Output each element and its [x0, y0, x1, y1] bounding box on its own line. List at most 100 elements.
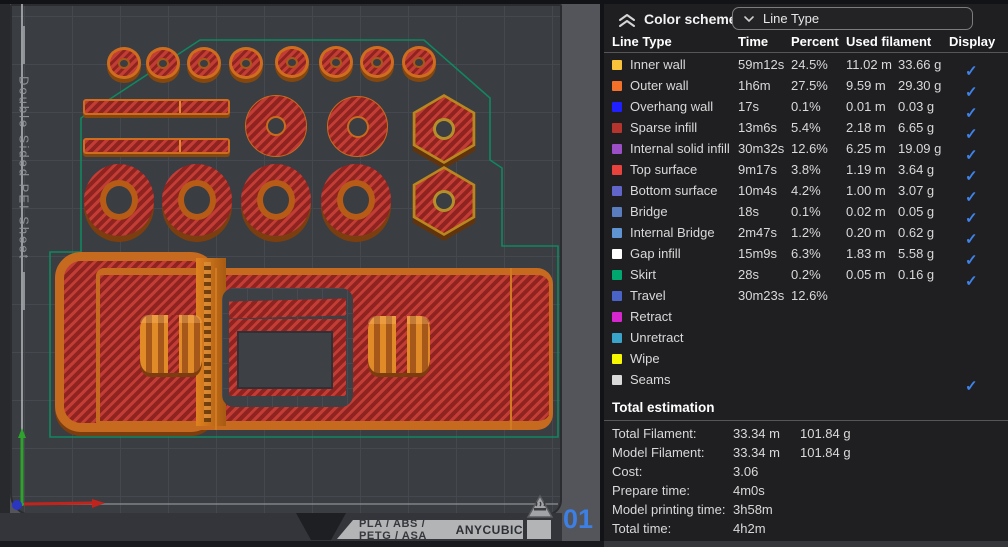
- plate-tab-square: [527, 520, 551, 539]
- col-percent: Percent: [791, 34, 839, 49]
- filament-weight-cell: 29.30 g: [898, 78, 964, 93]
- color-swatch: [612, 333, 622, 343]
- filament-weight-cell: 33.66 g: [898, 57, 964, 72]
- line-type-name: Internal solid infill: [612, 141, 738, 156]
- totals-rows: Total Filament: 33.34 m 101.84 g Model F…: [604, 424, 1008, 538]
- line-type-row[interactable]: Retract: [604, 306, 1008, 327]
- filament-length-cell: 0.02 m: [846, 204, 898, 219]
- color-swatch: [612, 249, 622, 259]
- line-type-row[interactable]: Bottom surface 10m4s 4.2% 1.00 m 3.07 g: [604, 180, 1008, 201]
- total-value-1: 3.06: [733, 464, 800, 479]
- model-washer: [107, 47, 141, 79]
- line-type-name: Top surface: [612, 162, 738, 177]
- line-type-row[interactable]: Sparse infill 13m6s 5.4% 2.18 m 6.65 g: [604, 117, 1008, 138]
- model-disc: [327, 96, 388, 157]
- total-value-1: 33.34 m: [733, 426, 800, 441]
- model-washer: [275, 46, 309, 78]
- percent-cell: 6.3%: [791, 246, 846, 261]
- line-type-row[interactable]: Wipe: [604, 348, 1008, 369]
- line-type-name: Retract: [612, 309, 738, 324]
- panel-title: Color scheme: [644, 11, 737, 27]
- time-cell: 59m12s: [738, 57, 791, 72]
- time-cell: 1h6m: [738, 78, 791, 93]
- percent-cell: 1.2%: [791, 225, 846, 240]
- model-washer: [402, 46, 436, 78]
- line-type-name: Internal Bridge: [612, 225, 738, 240]
- filament-weight-cell: 0.16 g: [898, 267, 964, 282]
- line-type-name: Unretract: [612, 330, 738, 345]
- line-type-label: Outer wall: [630, 78, 689, 93]
- line-type-row[interactable]: Inner wall 59m12s 24.5% 11.02 m 33.66 g: [604, 54, 1008, 75]
- line-type-row[interactable]: Bridge 18s 0.1% 0.02 m 0.05 g: [604, 201, 1008, 222]
- col-used-filament: Used filament: [846, 34, 931, 49]
- time-cell: 18s: [738, 204, 791, 219]
- view-mode-dropdown[interactable]: Line Type: [732, 7, 973, 30]
- color-swatch: [612, 123, 622, 133]
- line-type-name: Travel: [612, 288, 738, 303]
- line-type-row[interactable]: Travel 30m23s 12.6%: [604, 285, 1008, 306]
- color-swatch: [612, 102, 622, 112]
- total-value-1: 4h2m: [733, 521, 800, 536]
- table-column-headers: Line Type Time Percent Used filament Dis…: [604, 34, 1008, 51]
- line-type-name: Overhang wall: [612, 99, 738, 114]
- model-bar: [83, 138, 230, 154]
- total-row: Total Filament: 33.34 m 101.84 g: [604, 424, 1008, 443]
- line-type-row[interactable]: Gap infill 15m9s 6.3% 1.83 m 5.58 g: [604, 243, 1008, 264]
- total-label: Prepare time:: [612, 483, 733, 498]
- line-type-label: Bridge: [630, 204, 668, 219]
- color-swatch: [612, 60, 622, 70]
- filament-length-cell: 11.02 m: [846, 57, 898, 72]
- total-row: Model Filament: 33.34 m 101.84 g: [604, 443, 1008, 462]
- hot-surface-warning-icon: [526, 494, 554, 520]
- percent-cell: 0.1%: [791, 204, 846, 219]
- line-type-label: Overhang wall: [630, 99, 713, 114]
- filament-weight-cell: 0.03 g: [898, 99, 964, 114]
- line-type-row[interactable]: Top surface 9m17s 3.8% 1.19 m 3.64 g: [604, 159, 1008, 180]
- filament-length-cell: 1.19 m: [846, 162, 898, 177]
- percent-cell: 0.2%: [791, 267, 846, 282]
- color-swatch: [612, 165, 622, 175]
- percent-cell: 0.1%: [791, 99, 846, 114]
- line-type-row[interactable]: Internal Bridge 2m47s 1.2% 0.20 m 0.62 g: [604, 222, 1008, 243]
- line-type-name: Bridge: [612, 204, 738, 219]
- plate-number: 01: [563, 504, 593, 535]
- total-label: Model Filament:: [612, 445, 733, 460]
- line-type-row[interactable]: Overhang wall 17s 0.1% 0.01 m 0.03 g: [604, 96, 1008, 117]
- dropdown-value: Line Type: [763, 11, 819, 26]
- time-cell: 13m6s: [738, 120, 791, 135]
- line-type-row[interactable]: Outer wall 1h6m 27.5% 9.59 m 29.30 g: [604, 75, 1008, 96]
- color-swatch: [612, 312, 622, 322]
- label-dash: [23, 272, 25, 310]
- filament-length-cell: 0.20 m: [846, 225, 898, 240]
- line-type-label: Retract: [630, 309, 672, 324]
- model-ring: [162, 164, 232, 236]
- model-washer: [229, 47, 263, 79]
- line-type-name: Sparse infill: [612, 120, 738, 135]
- header-separator: [604, 52, 1008, 53]
- line-type-row[interactable]: Seams: [604, 369, 1008, 390]
- color-swatch: [612, 186, 622, 196]
- line-type-row[interactable]: Skirt 28s 0.2% 0.05 m 0.16 g: [604, 264, 1008, 285]
- line-type-label: Gap infill: [630, 246, 681, 261]
- line-type-label: Travel: [630, 288, 666, 303]
- time-cell: 2m47s: [738, 225, 791, 240]
- model-boss: [368, 316, 430, 373]
- color-scheme-panel: Color scheme Line Type Line Type Time Pe…: [604, 0, 1008, 547]
- model-bar: [83, 99, 230, 115]
- label-dash: [23, 26, 25, 64]
- line-type-rows: Inner wall 59m12s 24.5% 11.02 m 33.66 g …: [604, 54, 1008, 390]
- filament-length-cell: 1.83 m: [846, 246, 898, 261]
- filament-length-cell: 6.25 m: [846, 141, 898, 156]
- filament-weight-cell: 0.05 g: [898, 204, 964, 219]
- line-type-row[interactable]: Internal solid infill 30m32s 12.6% 6.25 …: [604, 138, 1008, 159]
- top-border: [0, 0, 1008, 4]
- chevron-double-up-icon[interactable]: [616, 12, 638, 29]
- line-type-label: Internal Bridge: [630, 225, 715, 240]
- line-type-row[interactable]: Unretract: [604, 327, 1008, 348]
- model-disc: [245, 95, 307, 157]
- time-cell: 17s: [738, 99, 791, 114]
- total-row: Model printing time: 3h58m: [604, 500, 1008, 519]
- line-type-name: Wipe: [612, 351, 738, 366]
- 3d-viewport[interactable]: Double Sided PEI Sheet: [0, 0, 604, 547]
- line-type-name: Seams: [612, 372, 738, 387]
